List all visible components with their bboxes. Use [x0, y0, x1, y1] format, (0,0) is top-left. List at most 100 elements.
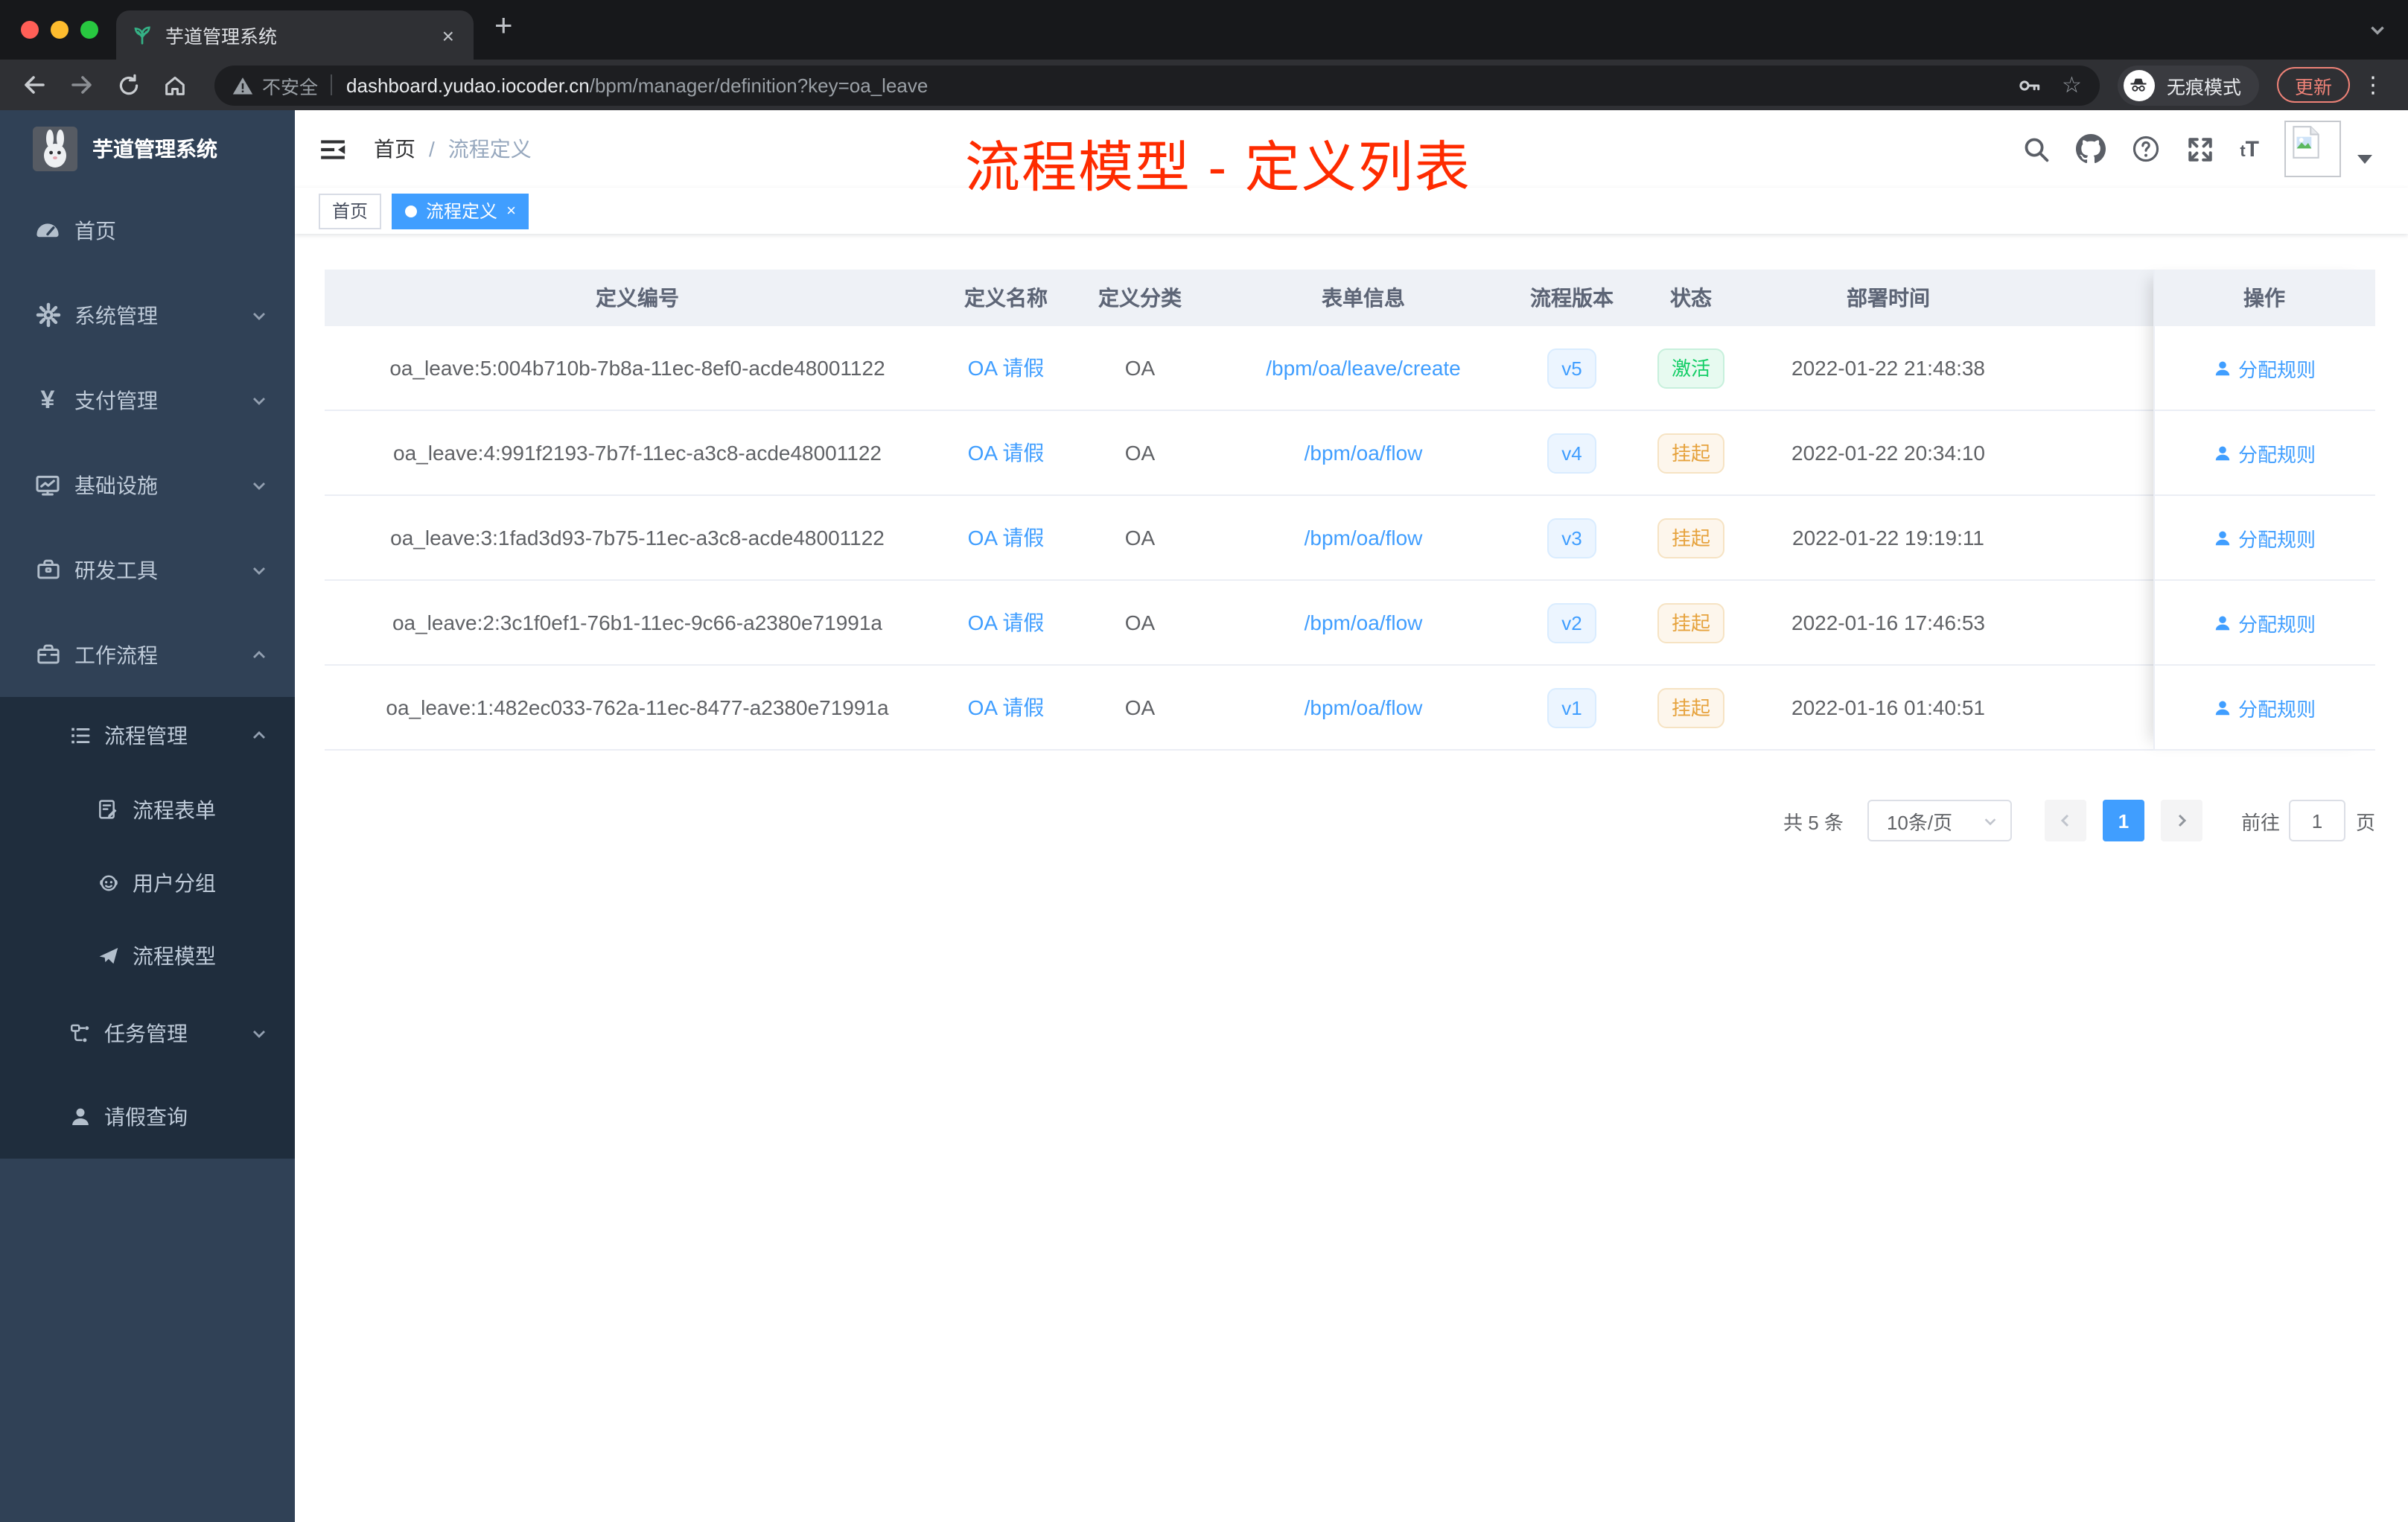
sidebar-item-process-model[interactable]: 流程模型 — [0, 919, 295, 992]
tab-search-chevron-icon[interactable] — [2368, 21, 2387, 40]
tag-process-definition[interactable]: 流程定义 × — [392, 193, 529, 229]
search-icon[interactable] — [2022, 135, 2051, 163]
deploy-time: 2022-01-22 20:34:10 — [1791, 441, 1985, 465]
tab-close-icon[interactable]: × — [438, 23, 459, 47]
user-icon — [2215, 700, 2230, 715]
font-size-icon[interactable]: tT — [2240, 136, 2259, 162]
sidebar-item-leave-query[interactable]: 请假查询 — [0, 1075, 295, 1159]
browser-menu-icon[interactable]: ⋮ — [2362, 71, 2384, 98]
security-warning-icon[interactable] — [232, 75, 253, 95]
browser-tab-strip: 芋道管理系统 × + — [0, 0, 2408, 60]
sidebar-item-label: 流程表单 — [133, 797, 216, 821]
sidebar-item-user-groups[interactable]: 用户分组 — [0, 846, 295, 919]
definition-name-link[interactable]: OA 请假 — [968, 695, 1045, 719]
next-page-button[interactable] — [2160, 800, 2202, 841]
definition-name-link[interactable]: OA 请假 — [968, 441, 1045, 465]
key-icon[interactable] — [2016, 72, 2041, 98]
assign-rule-link[interactable]: 分配规则 — [2213, 439, 2316, 467]
page-number-button[interactable]: 1 — [2102, 800, 2144, 841]
address-bar[interactable]: 不安全 dashboard.yudao.iocoder.cn/bpm/manag… — [214, 65, 2100, 105]
definition-name-link[interactable]: OA 请假 — [968, 526, 1045, 550]
user-avatar[interactable] — [2284, 121, 2341, 177]
maximize-window-button[interactable] — [80, 21, 98, 39]
sidebar-item-process-management[interactable]: 流程管理 — [0, 697, 295, 773]
address-divider — [330, 74, 332, 95]
send-icon — [95, 943, 121, 967]
user-icon — [2215, 445, 2230, 460]
url-path[interactable]: /bpm/manager/definition?key=oa_leave — [590, 74, 929, 96]
tag-home[interactable]: 首页 — [319, 193, 382, 229]
sidebar-item-label: 工作流程 — [74, 643, 158, 666]
version-badge: v4 — [1547, 433, 1597, 473]
minimize-window-button[interactable] — [51, 21, 69, 39]
sidebar-item-workflow[interactable]: 工作流程 — [0, 612, 295, 697]
version-badge: v2 — [1547, 602, 1597, 643]
assign-rule-link[interactable]: 分配规则 — [2213, 523, 2316, 552]
page-size-select[interactable]: 10条/页 — [1867, 800, 2012, 841]
github-icon[interactable] — [2076, 134, 2106, 164]
breadcrumb-home[interactable]: 首页 — [374, 134, 415, 164]
definition-id: oa_leave:2:3c1f0ef1-76b1-11ec-9c66-a2380… — [392, 611, 882, 634]
sidebar-item-dev-tools[interactable]: 研发工具 — [0, 527, 295, 612]
sidebar-item-infrastructure[interactable]: 基础设施 — [0, 442, 295, 527]
toolbox-icon — [34, 557, 61, 582]
sidebar-item-label: 流程模型 — [133, 943, 216, 967]
sidebar-logo[interactable]: 芋道管理系统 — [0, 110, 295, 188]
col-header-deploy-time: 部署时间 — [1847, 286, 1930, 310]
fullscreen-icon[interactable] — [2186, 135, 2214, 163]
assign-rule-link[interactable]: 分配规则 — [2213, 608, 2316, 637]
security-label[interactable]: 不安全 — [262, 71, 318, 99]
window-controls[interactable] — [21, 21, 98, 39]
form-icon — [95, 798, 121, 821]
sidebar-item-system[interactable]: 系统管理 — [0, 273, 295, 357]
status-badge: 挂起 — [1657, 602, 1724, 643]
incognito-icon — [2123, 69, 2155, 101]
sidebar-item-label: 支付管理 — [74, 388, 158, 412]
table-header-row: 定义编号 定义名称 定义分类 表单信息 流程版本 状态 部署时间 操作 — [325, 270, 2375, 326]
col-header-process-version: 流程版本 — [1530, 286, 1614, 310]
new-tab-button[interactable]: + — [494, 9, 513, 45]
form-info-link[interactable]: /bpm/oa/flow — [1305, 695, 1423, 719]
definition-category: OA — [1124, 356, 1156, 380]
sidebar-item-process-form[interactable]: 流程表单 — [0, 773, 295, 846]
form-info-link[interactable]: /bpm/oa/flow — [1305, 611, 1423, 634]
assign-rule-link[interactable]: 分配规则 — [2213, 693, 2316, 722]
definition-name-link[interactable]: OA 请假 — [968, 356, 1045, 380]
monitor-icon — [34, 471, 61, 498]
form-info-link[interactable]: /bpm/oa/flow — [1305, 526, 1423, 550]
goto-page-input[interactable] — [2288, 800, 2345, 841]
forward-icon[interactable] — [69, 71, 95, 98]
chevron-down-icon — [250, 476, 268, 494]
assign-rule-link[interactable]: 分配规则 — [2213, 354, 2316, 382]
avatar-caret-icon[interactable] — [2357, 155, 2372, 164]
definition-id: oa_leave:5:004b710b-7b8a-11ec-8ef0-acde4… — [389, 356, 885, 380]
sidebar-item-label: 首页 — [74, 218, 116, 242]
version-badge: v3 — [1547, 518, 1597, 558]
sidebar-item-label: 研发工具 — [74, 558, 158, 582]
user-icon — [2215, 360, 2230, 375]
form-info-link[interactable]: /bpm/oa/leave/create — [1266, 356, 1461, 380]
home-icon[interactable] — [162, 72, 188, 98]
reload-icon[interactable] — [116, 72, 141, 98]
bookmark-star-icon[interactable]: ☆ — [2062, 71, 2082, 98]
table-row: oa_leave:3:1fad3d93-7b75-11ec-a3c8-acde4… — [325, 496, 2375, 581]
definition-name-link[interactable]: OA 请假 — [968, 611, 1045, 634]
prev-page-button[interactable] — [2044, 800, 2086, 841]
back-icon[interactable] — [21, 71, 48, 98]
help-icon[interactable] — [2131, 134, 2161, 164]
sidebar-item-task-management[interactable]: 任务管理 — [0, 992, 295, 1075]
close-window-button[interactable] — [21, 21, 39, 39]
url-domain[interactable]: dashboard.yudao.iocoder.cn — [346, 74, 590, 96]
form-info-link[interactable]: /bpm/oa/flow — [1305, 441, 1423, 465]
browser-tab[interactable]: 芋道管理系统 × — [116, 10, 474, 60]
chevron-down-icon — [250, 306, 268, 324]
sidebar-collapse-icon[interactable] — [319, 135, 347, 163]
briefcase-icon — [34, 642, 61, 667]
annotation-title: 流程模型 - 定义列表 — [965, 137, 1471, 198]
tag-close-icon[interactable]: × — [506, 202, 516, 220]
dashboard-icon — [34, 217, 61, 243]
chevron-down-icon — [250, 391, 268, 409]
sidebar-item-home[interactable]: 首页 — [0, 188, 295, 273]
browser-update-button[interactable]: 更新 — [2276, 67, 2350, 103]
sidebar-item-payment[interactable]: ¥ 支付管理 — [0, 357, 295, 442]
